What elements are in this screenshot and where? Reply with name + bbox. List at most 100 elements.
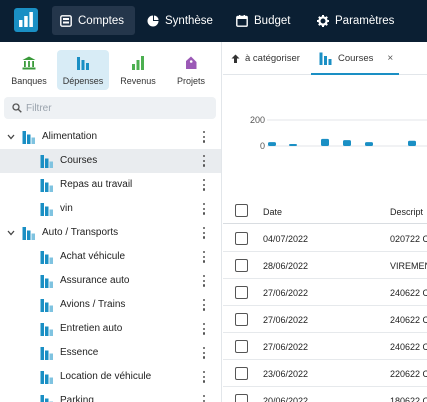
chart-bar[interactable] [289, 144, 297, 146]
tree-item[interactable]: Location de véhicule [0, 365, 221, 389]
expenses-icon [40, 347, 53, 360]
row-checkbox[interactable] [235, 367, 248, 380]
transactions-table: Date Descript 04/07/2022 020722 C 28/06/20… [223, 198, 427, 402]
chart-bar[interactable] [365, 142, 373, 146]
table-row[interactable]: 27/06/2022 240622 C [223, 333, 427, 360]
expenses-icon [40, 323, 53, 336]
nav-parametres[interactable]: Paramètres [309, 6, 402, 35]
table-row[interactable]: 27/06/2022 240622 C [223, 279, 427, 306]
tree-item[interactable]: Assurance auto [0, 269, 221, 293]
top-bar: Comptes Synthèse Budget Paramètres [0, 0, 427, 42]
table-row[interactable]: 27/06/2022 240622 C [223, 306, 427, 333]
income-icon [132, 56, 144, 70]
expenses-icon [40, 179, 53, 192]
nav-comptes[interactable]: Comptes [52, 6, 135, 35]
expenses-icon [40, 299, 53, 312]
filter-input[interactable] [26, 100, 206, 116]
tab-projets-label: Projets [176, 76, 205, 86]
more-options-icon[interactable] [201, 227, 207, 239]
app-logo[interactable] [14, 8, 38, 32]
more-options-icon[interactable] [201, 323, 207, 335]
expenses-icon [40, 251, 53, 264]
tree-item[interactable]: Repas au travail [0, 173, 221, 197]
more-options-icon[interactable] [201, 155, 207, 167]
expenses-icon [22, 227, 35, 240]
pin-icon [231, 54, 240, 63]
row-checkbox[interactable] [235, 232, 248, 245]
more-options-icon[interactable] [201, 299, 207, 311]
chart-bar[interactable] [343, 140, 351, 146]
chart-bar[interactable] [268, 142, 276, 146]
tree-item[interactable]: Courses [0, 149, 221, 173]
row-checkbox[interactable] [235, 394, 248, 402]
tree-item[interactable]: Essence [0, 341, 221, 365]
tree-item[interactable]: Entretien auto [0, 317, 221, 341]
expenses-icon [319, 52, 332, 65]
chevron-down-icon[interactable] [7, 229, 15, 237]
y-tick-label: 0 [260, 141, 265, 151]
expenses-icon [22, 131, 35, 144]
nav-budget-label: Budget [254, 14, 291, 27]
tree-item[interactable]: Avions / Trains [0, 293, 221, 317]
more-options-icon[interactable] [201, 395, 207, 402]
more-options-icon[interactable] [201, 203, 207, 215]
row-checkbox[interactable] [235, 286, 248, 299]
table-row[interactable]: 20/06/2022 180622 C [223, 387, 427, 402]
tab-depenses-label: Dépenses [62, 76, 104, 86]
sidebar: Banques Dépenses Revenus Projets Aliment… [0, 42, 222, 402]
close-icon[interactable]: × [387, 53, 393, 64]
chart-bar[interactable] [321, 138, 329, 146]
header-description[interactable]: Descript [390, 207, 423, 217]
tree-group[interactable]: Alimentation [0, 125, 221, 149]
search-icon [12, 103, 22, 113]
table-row[interactable]: 23/06/2022 220622 C [223, 360, 427, 387]
row-checkbox[interactable] [235, 313, 248, 326]
tree-item[interactable]: Achat véhicule [0, 245, 221, 269]
row-date: 23/06/2022 [263, 369, 309, 379]
row-description: 020722 C [390, 234, 427, 244]
active-tab-indicator [311, 73, 399, 75]
tab-revenus[interactable]: Revenus [112, 50, 164, 90]
row-checkbox[interactable] [235, 340, 248, 353]
table-row[interactable]: 28/06/2022 VIREMEN [223, 252, 427, 279]
expenses-icon [77, 57, 89, 70]
accounts-icon [60, 14, 72, 27]
more-options-icon[interactable] [201, 179, 207, 191]
more-options-icon[interactable] [201, 347, 207, 359]
tree-item-label: Assurance auto [60, 275, 130, 286]
tab-courses[interactable]: Courses × [319, 42, 393, 75]
tree-item-label: Entretien auto [60, 323, 123, 334]
filter-field[interactable] [4, 97, 216, 119]
nav-budget[interactable]: Budget [228, 6, 298, 35]
tab-depenses[interactable]: Dépenses [57, 50, 109, 90]
chevron-down-icon[interactable] [7, 133, 15, 141]
row-description: 240622 C [390, 342, 427, 352]
nav-synthese-label: Synthèse [165, 14, 213, 27]
table-row[interactable]: 04/07/2022 020722 C [223, 225, 427, 252]
tab-banques[interactable]: Banques [3, 50, 55, 90]
bank-icon [22, 56, 36, 70]
row-date: 27/06/2022 [263, 342, 309, 352]
tree-item-label: Parking [60, 395, 94, 402]
more-options-icon[interactable] [201, 371, 207, 383]
expenses-icon [40, 203, 53, 216]
tree-item[interactable]: Parking [0, 389, 221, 402]
row-description: 240622 C [390, 315, 427, 325]
chart-bar[interactable] [408, 140, 416, 146]
more-options-icon[interactable] [201, 131, 207, 143]
tab-projets[interactable]: Projets [165, 50, 217, 90]
row-description: 180622 C [390, 396, 427, 402]
row-description: VIREMEN [390, 261, 427, 271]
nav-synthese[interactable]: Synthèse [139, 6, 221, 35]
more-options-icon[interactable] [201, 275, 207, 287]
tree-item-label: Achat véhicule [60, 251, 126, 262]
more-options-icon[interactable] [201, 251, 207, 263]
tree-group[interactable]: Auto / Transports [0, 221, 221, 245]
row-date: 04/07/2022 [263, 234, 309, 244]
select-all-checkbox[interactable] [235, 204, 248, 217]
tree-item[interactable]: vin [0, 197, 221, 221]
header-date[interactable]: Date [263, 207, 282, 217]
row-checkbox[interactable] [235, 259, 248, 272]
nav-comptes-label: Comptes [78, 14, 125, 27]
tab-a-categoriser[interactable]: à catégoriser [231, 42, 300, 75]
